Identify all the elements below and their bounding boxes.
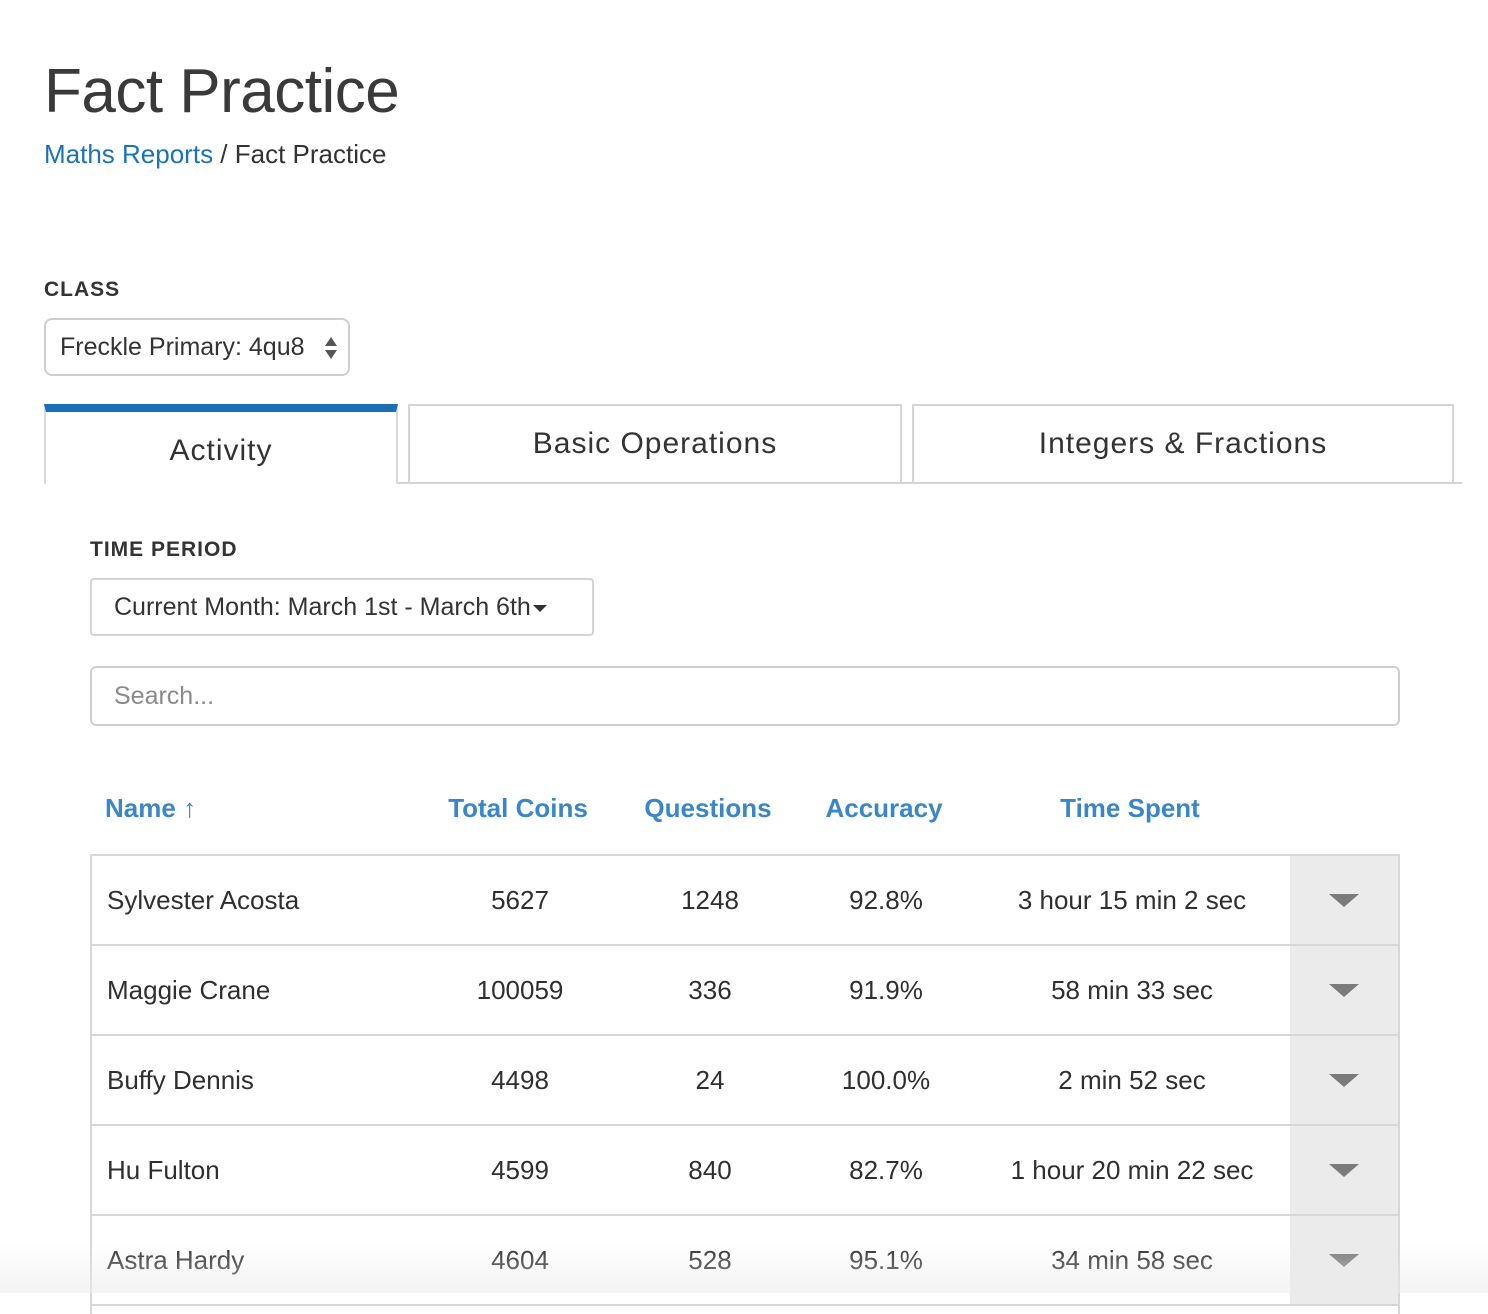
tab-basic-operations-label: Basic Operations [532, 427, 778, 460]
cell-questions: 528 [688, 1245, 732, 1275]
cell-questions: 840 [688, 1155, 732, 1185]
cell-total-coins: 5627 [491, 885, 549, 915]
triangle-down-icon [1329, 1253, 1359, 1267]
cell-accuracy: 91.9% [849, 975, 923, 1005]
cell-questions: 24 [695, 1065, 725, 1095]
triangle-down-icon [1329, 1073, 1359, 1087]
cell-name: Astra Hardy [107, 1245, 245, 1275]
time-period-select[interactable]: Current Month: March 1st - March 6th [90, 578, 594, 636]
cell-name: Buffy Dennis [107, 1065, 254, 1095]
cell-time-spent: 34 min 58 sec [1051, 1245, 1213, 1275]
cell-accuracy: 92.8% [849, 885, 923, 915]
tab-activity[interactable]: Activity [44, 404, 398, 484]
table-row: Sylvester Acosta 5627 1248 92.8% 3 hour … [92, 856, 1398, 946]
report-tabs: Activity Basic Operations Integers & Fra… [44, 404, 1462, 484]
tab-integers-fractions[interactable]: Integers & Fractions [912, 404, 1454, 482]
cell-questions: 336 [688, 975, 732, 1005]
row-expand-button[interactable] [1290, 1036, 1398, 1124]
breadcrumb-link-maths-reports[interactable]: Maths Reports [44, 139, 213, 169]
table-row: Buffy Dennis 4498 24 100.0% 2 min 52 sec [92, 1036, 1398, 1126]
column-header-name-label: Name [105, 793, 176, 823]
up-down-arrows-icon [325, 337, 337, 359]
cell-total-coins: 4599 [491, 1155, 549, 1185]
cell-name: Sylvester Acosta [107, 885, 300, 915]
breadcrumb-separator: / [213, 139, 235, 169]
class-label: CLASS [44, 278, 121, 301]
cell-time-spent: 58 min 33 sec [1051, 975, 1213, 1005]
tabs-baseline [398, 482, 1462, 484]
caret-down-icon [532, 604, 547, 612]
column-header-time-spent[interactable]: Time Spent [1060, 790, 1200, 826]
table-row: Maggie Crane 100059 336 91.9% 58 min 33 … [92, 946, 1398, 1036]
cell-questions: 1248 [681, 885, 739, 915]
column-header-name[interactable]: Name ↑ [105, 790, 196, 826]
row-expand-button[interactable] [1290, 856, 1398, 944]
cell-accuracy: 100.0% [841, 1065, 931, 1095]
cell-name: Maggie Crane [107, 975, 271, 1005]
row-expand-button[interactable] [1290, 946, 1398, 1034]
tab-basic-operations[interactable]: Basic Operations [408, 404, 902, 482]
cell-accuracy: 82.7% [849, 1155, 923, 1185]
triangle-down-icon [1329, 1163, 1359, 1177]
page-title: Fact Practice [44, 57, 400, 126]
cell-accuracy: 95.1% [849, 1245, 923, 1275]
class-select-value: Freckle Primary: 4qu8 [60, 332, 305, 361]
column-header-accuracy[interactable]: Accuracy [825, 790, 942, 826]
cell-time-spent: 3 hour 15 min 2 sec [1017, 885, 1247, 915]
student-activity-table: Sylvester Acosta 5627 1248 92.8% 3 hour … [90, 854, 1400, 1314]
time-period-label: TIME PERIOD [90, 538, 238, 561]
table-row: Hu Fulton 4599 840 82.7% 1 hour 20 min 2… [92, 1126, 1398, 1216]
breadcrumb-current: Fact Practice [234, 139, 387, 169]
breadcrumb: Maths Reports / Fact Practice [44, 138, 386, 170]
cell-total-coins: 4498 [491, 1065, 549, 1095]
cell-total-coins: 100059 [476, 975, 564, 1005]
cell-name: Hu Fulton [107, 1155, 220, 1185]
tab-integers-fractions-label: Integers & Fractions [1038, 427, 1328, 460]
search-input[interactable] [90, 666, 1400, 726]
column-header-total-coins[interactable]: Total Coins [448, 790, 588, 826]
row-expand-button[interactable] [1290, 1216, 1398, 1304]
triangle-down-icon [1329, 983, 1359, 997]
cell-total-coins: 4604 [491, 1245, 549, 1275]
triangle-down-icon [1329, 893, 1359, 907]
class-select[interactable]: Freckle Primary: 4qu8 [44, 318, 350, 376]
tab-activity-label: Activity [169, 434, 273, 467]
time-period-value: Current Month: March 1st - March 6th [114, 592, 531, 621]
row-expand-button[interactable] [1290, 1126, 1398, 1214]
cell-time-spent: 1 hour 20 min 22 sec [1010, 1155, 1254, 1185]
sort-ascending-icon: ↑ [183, 793, 197, 823]
column-header-questions[interactable]: Questions [644, 790, 771, 826]
cell-time-spent: 2 min 52 sec [1058, 1065, 1206, 1095]
